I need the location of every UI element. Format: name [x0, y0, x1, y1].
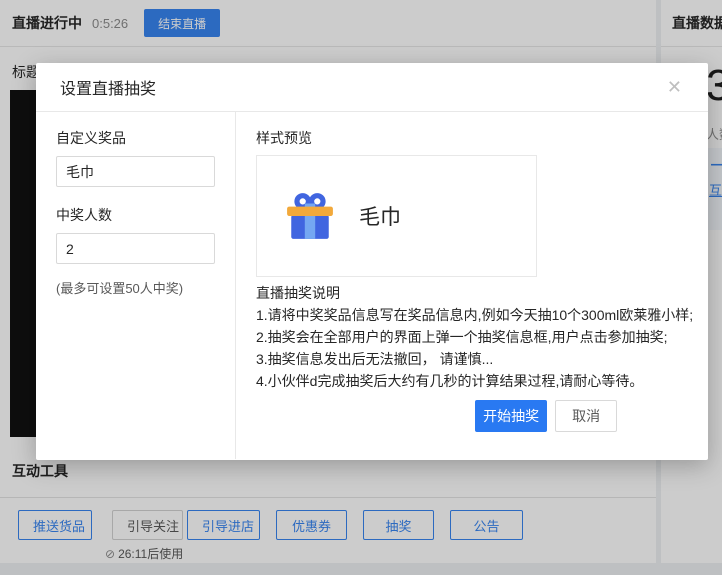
prize-input[interactable] — [56, 156, 215, 187]
instruction-line-3: 3.抽奖信息发出后无法撤回， 请谨慎... — [256, 348, 693, 370]
instruction-line-4: 4.小伙伴d完成抽奖后大约有几秒的计算结果过程,请耐心等待。 — [256, 370, 693, 392]
prize-label: 自定义奖品 — [56, 128, 215, 148]
lottery-form-pane: 自定义奖品 中奖人数 (最多可设置50人中奖) — [36, 112, 236, 459]
gift-icon — [285, 191, 335, 241]
instruction-line-2: 2.抽奖会在全部用户的界面上弹一个抽奖信息框,用户点击参加抽奖; — [256, 326, 693, 348]
modal-body: 自定义奖品 中奖人数 (最多可设置50人中奖) 样式预览 — [36, 112, 708, 459]
screen: 直播进行中 0:5:26 结束直播 标题 互动工具 推送货品 引导关注 引导进店… — [0, 0, 722, 575]
close-icon[interactable]: ✕ — [665, 76, 684, 98]
modal-actions: 开始抽奖 取消 — [256, 400, 693, 432]
start-lottery-button[interactable]: 开始抽奖 — [475, 400, 547, 432]
preview-pane: 样式预览 毛巾 直播抽奖说明 1.请将中奖奖品信息写在奖品信息内,例如今天抽10… — [236, 112, 717, 459]
preview-prize-text: 毛巾 — [359, 201, 401, 231]
winners-input[interactable] — [56, 233, 215, 264]
cancel-button[interactable]: 取消 — [555, 400, 617, 432]
instruction-line-1: 1.请将中奖奖品信息写在奖品信息内,例如今天抽10个300ml欧莱雅小样; — [256, 304, 693, 326]
modal-title: 设置直播抽奖 — [60, 75, 156, 99]
winners-hint: (最多可设置50人中奖) — [56, 278, 215, 297]
modal-header: 设置直播抽奖 ✕ — [36, 63, 708, 112]
winners-label: 中奖人数 — [56, 205, 215, 225]
style-preview-label: 样式预览 — [256, 128, 693, 148]
instructions-title: 直播抽奖说明 — [256, 282, 693, 304]
lottery-preview-box: 毛巾 — [256, 155, 537, 277]
lottery-setup-modal: 设置直播抽奖 ✕ 自定义奖品 中奖人数 (最多可设置50人中奖) 样式预览 — [36, 63, 708, 460]
